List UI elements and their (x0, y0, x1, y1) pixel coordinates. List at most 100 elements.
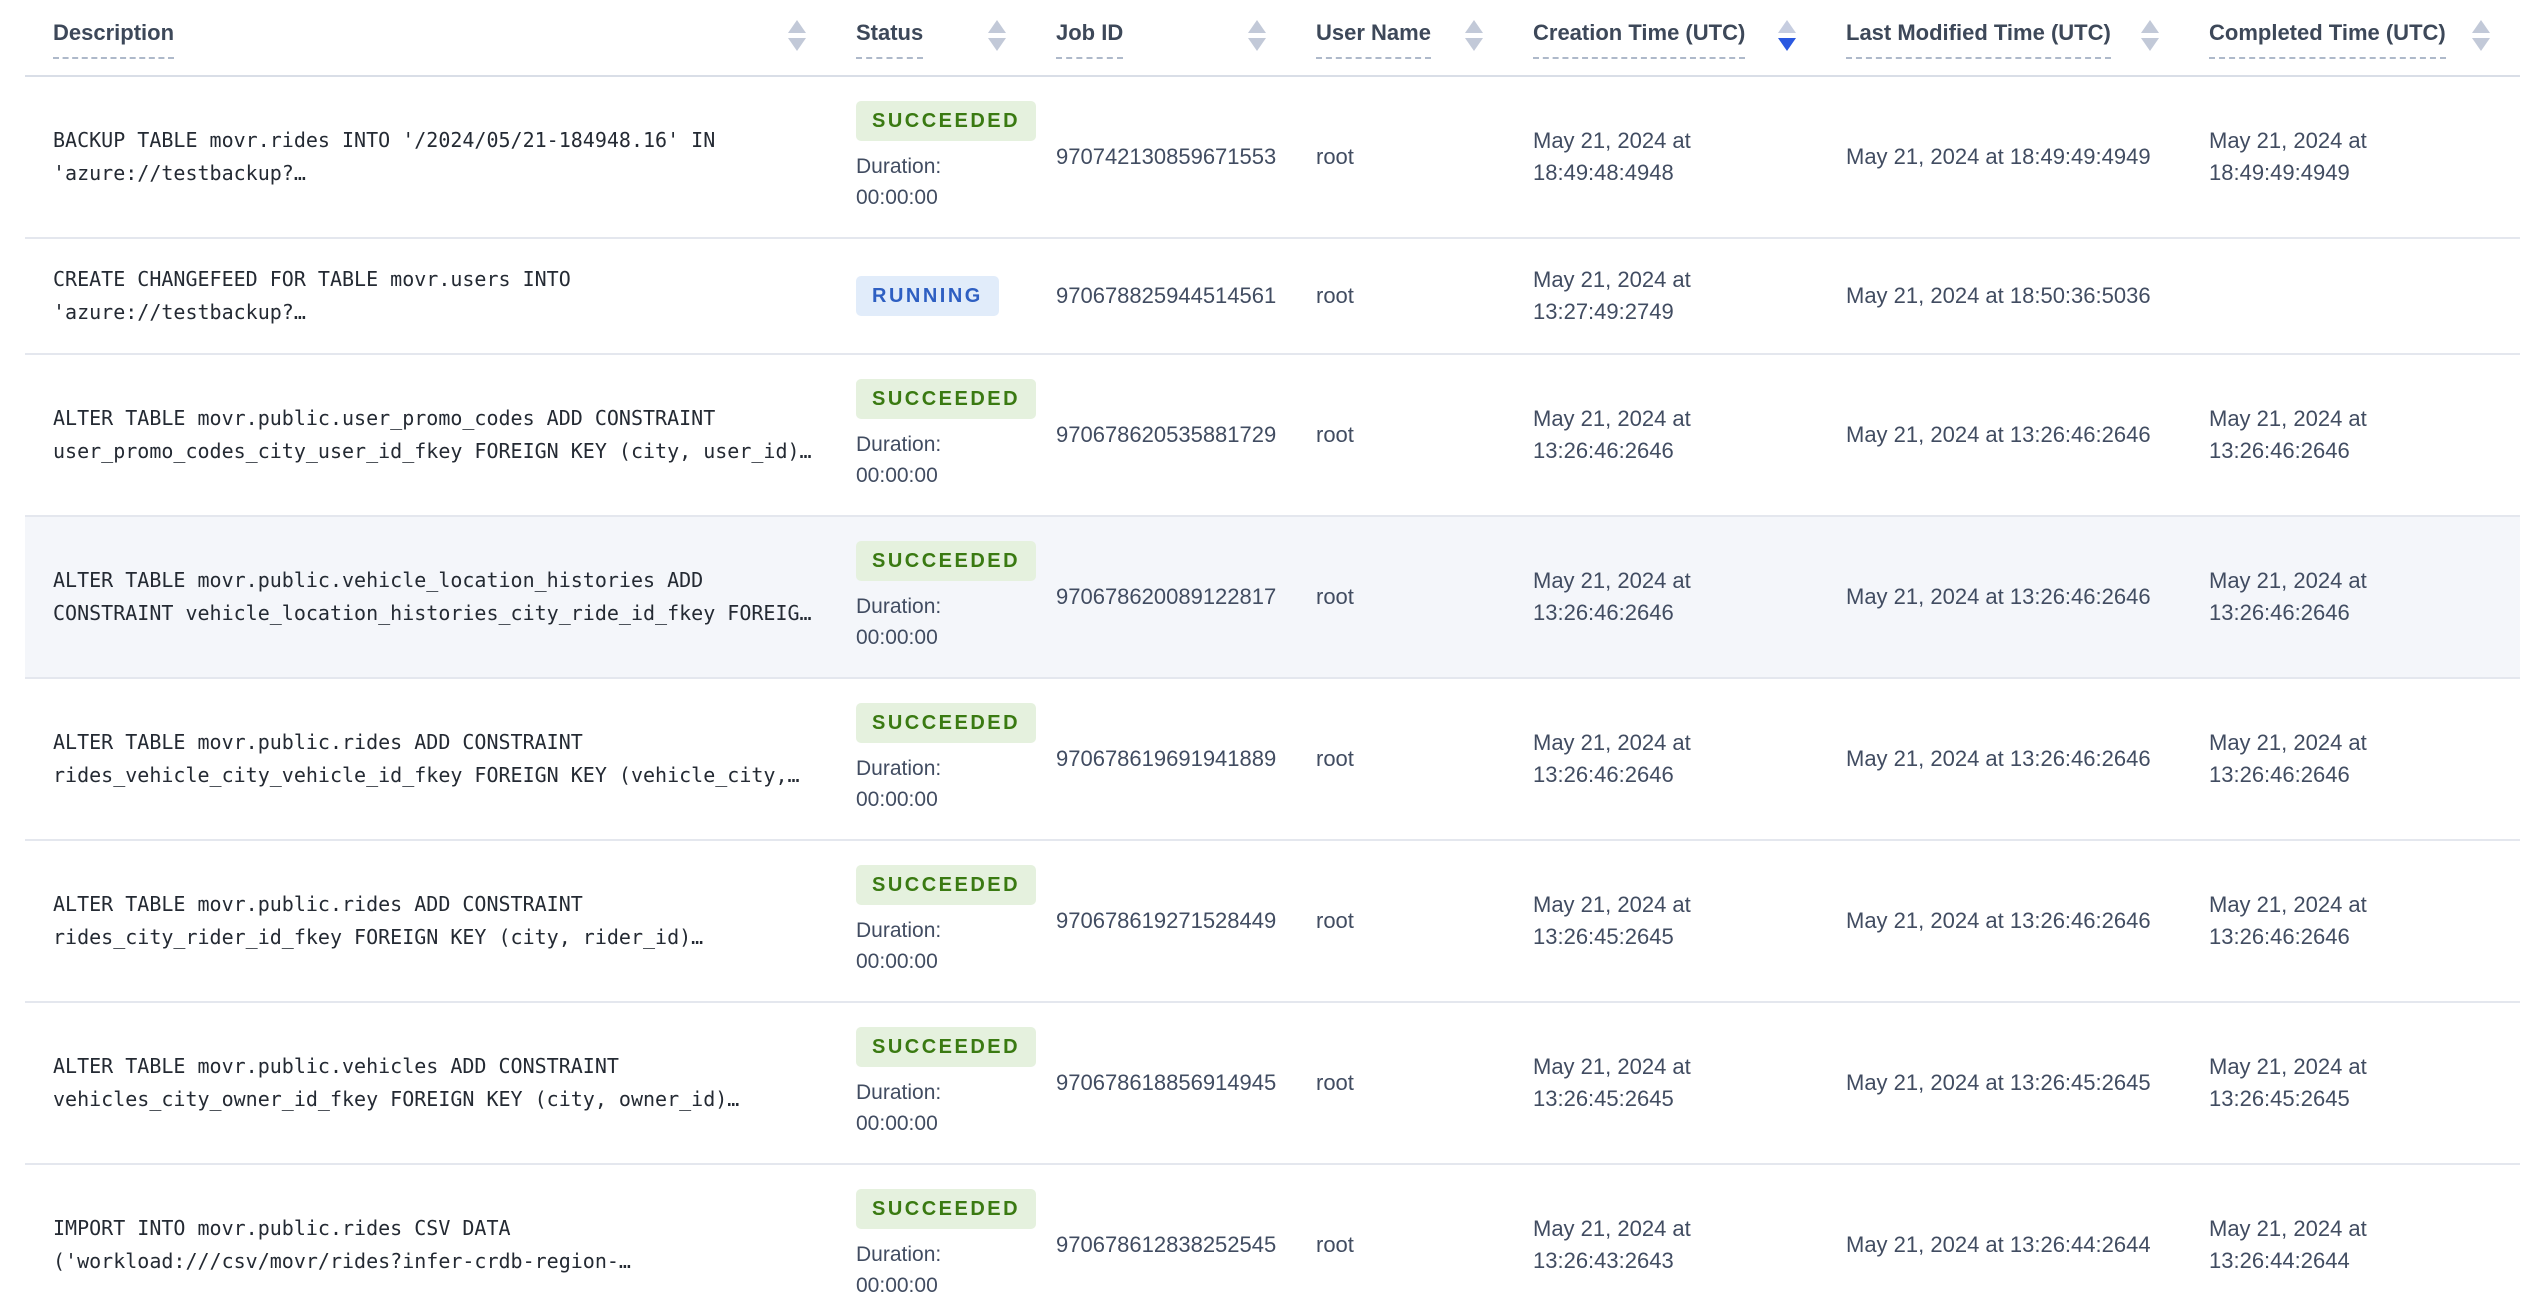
duration-label: Duration: (856, 1081, 942, 1104)
job-description-link[interactable]: CREATE CHANGEFEED FOR TABLE movr.users I… (53, 263, 816, 329)
duration-value: 00:00:00 (856, 1112, 938, 1135)
creation-time: May 21, 2024 at 13:26:43:2643 (1533, 1216, 1691, 1273)
last-modified-time: May 21, 2024 at 18:50:36:5036 (1846, 283, 2151, 308)
status-badge: SUCCEEDED (856, 1027, 1037, 1067)
last-modified-time: May 21, 2024 at 13:26:44:2644 (1846, 1232, 2151, 1257)
creation-time: May 21, 2024 at 13:27:49:2749 (1533, 267, 1691, 324)
status-badge: RUNNING (856, 276, 999, 316)
user-name: root (1316, 1070, 1354, 1095)
creation-time: May 21, 2024 at 13:26:45:2645 (1533, 1054, 1691, 1111)
table-row[interactable]: ALTER TABLE movr.public.vehicle_location… (25, 516, 2520, 679)
table-row[interactable]: ALTER TABLE movr.public.rides ADD CONSTR… (25, 840, 2520, 1003)
last-modified-time: May 21, 2024 at 13:26:46:2646 (1846, 746, 2151, 771)
job-id: 970678619691941889 (1056, 746, 1277, 771)
job-id: 970678619271528449 (1056, 908, 1277, 933)
status-badge: SUCCEEDED (856, 541, 1037, 581)
column-header-completed-time[interactable]: Completed Time (UTC) (2209, 0, 2520, 77)
job-description-link[interactable]: ALTER TABLE movr.public.vehicle_location… (53, 564, 816, 630)
status-badge: SUCCEEDED (856, 703, 1037, 743)
table-row[interactable]: BACKUP TABLE movr.rides INTO '/2024/05/2… (25, 76, 2520, 239)
creation-time: May 21, 2024 at 13:26:46:2646 (1533, 568, 1691, 625)
column-header-last-modified-time[interactable]: Last Modified Time (UTC) (1846, 0, 2209, 77)
table-header-row: Description Status Job ID User Name Crea… (25, 0, 2520, 77)
duration-label: Duration: (856, 595, 942, 618)
column-label: Last Modified Time (UTC) (1846, 20, 2111, 59)
duration-block: Duration: 00:00:00 (856, 429, 1006, 491)
creation-time: May 21, 2024 at 13:26:46:2646 (1533, 406, 1691, 463)
last-modified-time: May 21, 2024 at 13:26:46:2646 (1846, 584, 2151, 609)
duration-label: Duration: (856, 919, 942, 942)
user-name: root (1316, 283, 1354, 308)
column-header-job-id[interactable]: Job ID (1056, 0, 1316, 77)
creation-time: May 21, 2024 at 13:26:45:2645 (1533, 892, 1691, 949)
completed-time: May 21, 2024 at 13:26:44:2644 (2209, 1216, 2367, 1273)
column-label: Description (53, 20, 175, 59)
job-id: 970678620535881729 (1056, 422, 1277, 447)
status-badge: SUCCEEDED (856, 101, 1037, 141)
sort-desc-icon (1778, 20, 1796, 51)
table-row[interactable]: IMPORT INTO movr.public.rides CSV DATA (… (25, 1164, 2520, 1292)
user-name: root (1316, 908, 1354, 933)
last-modified-time: May 21, 2024 at 13:26:46:2646 (1846, 422, 2151, 447)
duration-block: Duration: 00:00:00 (856, 151, 1006, 213)
jobs-table-body: BACKUP TABLE movr.rides INTO '/2024/05/2… (25, 76, 2520, 1292)
column-header-user-name[interactable]: User Name (1316, 0, 1533, 77)
sort-icon (2472, 20, 2490, 51)
status-badge: SUCCEEDED (856, 1189, 1037, 1229)
column-header-status[interactable]: Status (856, 0, 1056, 77)
duration-label: Duration: (856, 433, 942, 456)
sort-icon (988, 20, 1006, 51)
table-row[interactable]: ALTER TABLE movr.public.user_promo_codes… (25, 354, 2520, 517)
completed-time: May 21, 2024 at 13:26:45:2645 (2209, 1054, 2367, 1111)
duration-block: Duration: 00:00:00 (856, 1077, 1006, 1139)
user-name: root (1316, 1232, 1354, 1257)
table-row[interactable]: CREATE CHANGEFEED FOR TABLE movr.users I… (25, 238, 2520, 355)
status-badge: SUCCEEDED (856, 379, 1037, 419)
column-label: User Name (1316, 20, 1431, 59)
job-description-link[interactable]: ALTER TABLE movr.public.vehicles ADD CON… (53, 1050, 816, 1116)
jobs-table-header: Description Status Job ID User Name Crea… (25, 0, 2520, 77)
duration-value: 00:00:00 (856, 186, 938, 209)
user-name: root (1316, 584, 1354, 609)
job-id: 970742130859671553 (1056, 144, 1277, 169)
job-description-link[interactable]: BACKUP TABLE movr.rides INTO '/2024/05/2… (53, 124, 816, 190)
user-name: root (1316, 144, 1354, 169)
sort-icon (1465, 20, 1483, 51)
duration-block: Duration: 00:00:00 (856, 1239, 1006, 1292)
user-name: root (1316, 422, 1354, 447)
last-modified-time: May 21, 2024 at 13:26:45:2645 (1846, 1070, 2151, 1095)
duration-block: Duration: 00:00:00 (856, 915, 1006, 977)
job-id: 970678612838252545 (1056, 1232, 1277, 1257)
last-modified-time: May 21, 2024 at 13:26:46:2646 (1846, 908, 2151, 933)
duration-label: Duration: (856, 757, 942, 780)
duration-value: 00:00:00 (856, 626, 938, 649)
sort-icon (788, 20, 806, 51)
duration-value: 00:00:00 (856, 1274, 938, 1292)
job-description-link[interactable]: ALTER TABLE movr.public.rides ADD CONSTR… (53, 726, 816, 792)
status-badge: SUCCEEDED (856, 865, 1037, 905)
sort-icon (1248, 20, 1266, 51)
job-description-link[interactable]: ALTER TABLE movr.public.rides ADD CONSTR… (53, 888, 816, 954)
duration-value: 00:00:00 (856, 464, 938, 487)
job-id: 970678825944514561 (1056, 283, 1277, 308)
duration-label: Duration: (856, 155, 942, 178)
last-modified-time: May 21, 2024 at 18:49:49:4949 (1846, 144, 2151, 169)
duration-value: 00:00:00 (856, 788, 938, 811)
completed-time: May 21, 2024 at 13:26:46:2646 (2209, 568, 2367, 625)
job-description-link[interactable]: IMPORT INTO movr.public.rides CSV DATA (… (53, 1212, 816, 1278)
table-row[interactable]: ALTER TABLE movr.public.rides ADD CONSTR… (25, 678, 2520, 841)
creation-time: May 21, 2024 at 18:49:48:4948 (1533, 128, 1691, 185)
user-name: root (1316, 746, 1354, 771)
job-description-link[interactable]: ALTER TABLE movr.public.user_promo_codes… (53, 402, 816, 468)
sort-icon (2141, 20, 2159, 51)
column-header-description[interactable]: Description (25, 0, 856, 77)
duration-label: Duration: (856, 1243, 942, 1266)
completed-time: May 21, 2024 at 13:26:46:2646 (2209, 730, 2367, 787)
duration-value: 00:00:00 (856, 950, 938, 973)
job-id: 970678618856914945 (1056, 1070, 1277, 1095)
column-label: Job ID (1056, 20, 1124, 59)
column-header-creation-time[interactable]: Creation Time (UTC) (1533, 0, 1846, 77)
completed-time: May 21, 2024 at 13:26:46:2646 (2209, 406, 2367, 463)
creation-time: May 21, 2024 at 13:26:46:2646 (1533, 730, 1691, 787)
table-row[interactable]: ALTER TABLE movr.public.vehicles ADD CON… (25, 1002, 2520, 1165)
